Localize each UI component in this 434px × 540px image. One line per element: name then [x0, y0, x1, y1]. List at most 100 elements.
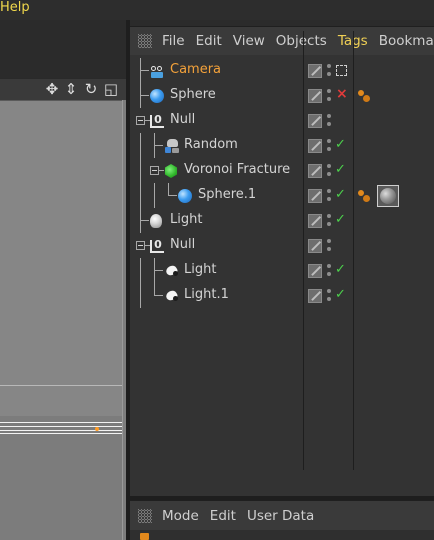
menu-help[interactable]: Help — [0, 0, 30, 16]
object-name[interactable]: Sphere.1 — [198, 187, 256, 203]
layer-flag-icon[interactable] — [308, 139, 322, 153]
disabled-x-icon[interactable]: × — [336, 86, 348, 102]
null-icon: 0 — [150, 114, 164, 128]
attribute-manager-body — [130, 530, 434, 540]
toggle-view-icon[interactable]: ◱ — [103, 80, 119, 98]
object-name[interactable]: Light.1 — [184, 287, 229, 303]
viewport-horizon-line — [0, 385, 122, 386]
enabled-check-icon[interactable]: ✓ — [335, 187, 346, 203]
object-name[interactable]: Random — [184, 137, 238, 153]
layer-flag-icon[interactable] — [308, 289, 322, 303]
camera-icon — [150, 63, 166, 79]
tree-connector — [140, 70, 149, 71]
enabled-check-icon[interactable]: ✓ — [335, 162, 346, 178]
object-name[interactable]: Light — [184, 262, 216, 278]
collapse-toggle-icon[interactable] — [150, 166, 159, 175]
tree-guide-line — [140, 183, 141, 208]
object-row[interactable]: Random ✓ — [130, 133, 434, 158]
visibility-dots-icon[interactable] — [326, 113, 332, 129]
rotate-view-icon[interactable]: ↻ — [83, 80, 99, 98]
phong-tag-icon[interactable] — [357, 89, 371, 103]
dolly-view-icon[interactable]: ⇕ — [63, 80, 79, 98]
object-name[interactable]: Null — [170, 237, 195, 253]
menu-objects[interactable]: Objects — [276, 33, 327, 49]
tree-connector — [154, 295, 163, 296]
menu-edit[interactable]: Edit — [196, 33, 222, 49]
enabled-check-icon[interactable]: ✓ — [335, 262, 346, 278]
object-row[interactable]: Light.1 ✓ — [130, 283, 434, 308]
menu-user-data[interactable]: User Data — [247, 508, 314, 524]
object-row[interactable]: Voronoi Fracture ✓ — [130, 158, 434, 183]
enabled-check-icon[interactable]: ✓ — [335, 287, 346, 303]
layer-flag-icon[interactable] — [308, 214, 322, 228]
object-manager: File Edit View Objects Tags Bookmarks Ca… — [130, 26, 434, 496]
menu-view[interactable]: View — [233, 33, 265, 49]
phong-tag-icon[interactable] — [357, 189, 371, 203]
panel-grip-icon[interactable] — [138, 508, 152, 523]
visibility-dots-icon[interactable] — [326, 288, 332, 304]
enabled-check-icon[interactable]: ✓ — [335, 212, 346, 228]
tree-guide-line — [140, 133, 141, 158]
viewport-object-line — [0, 433, 122, 434]
visibility-dots-icon[interactable] — [326, 163, 332, 179]
collapse-toggle-icon[interactable] — [136, 116, 145, 125]
viewport-object-line — [0, 422, 122, 423]
visibility-dots-icon[interactable] — [326, 88, 332, 104]
visibility-dots-icon[interactable] — [326, 138, 332, 154]
menu-file[interactable]: File — [162, 33, 185, 49]
column-separator — [353, 31, 354, 470]
spot-light-icon — [164, 263, 180, 279]
enabled-check-icon[interactable]: ✓ — [335, 137, 346, 153]
layer-flag-icon[interactable] — [308, 264, 322, 278]
object-row[interactable]: Sphere.1 ✓ — [130, 183, 434, 208]
camera-target-icon[interactable] — [336, 65, 347, 76]
visibility-dots-icon[interactable] — [326, 63, 332, 79]
panel-grip-icon[interactable] — [138, 34, 152, 48]
object-mode-icon — [140, 533, 149, 540]
object-name[interactable]: Camera — [170, 62, 221, 78]
object-name[interactable]: Null — [170, 112, 195, 128]
layer-flag-icon[interactable] — [308, 64, 322, 78]
tree-connector — [159, 170, 164, 171]
null-icon: 0 — [150, 239, 164, 253]
sphere-icon — [178, 189, 192, 203]
column-separator — [303, 31, 304, 470]
tree-connector — [168, 195, 177, 196]
object-row[interactable]: Sphere × — [130, 83, 434, 108]
object-row[interactable]: Camera — [130, 58, 434, 83]
object-name[interactable]: Sphere — [170, 87, 216, 103]
object-row[interactable]: 0 Null — [130, 108, 434, 133]
tree-guide-line — [140, 258, 141, 283]
menu-edit[interactable]: Edit — [210, 508, 236, 524]
tree-connector — [140, 95, 149, 96]
tree-connector — [154, 270, 163, 271]
visibility-dots-icon[interactable] — [326, 188, 332, 204]
tree-guide-line — [140, 158, 141, 183]
tree-connector — [140, 220, 149, 221]
menu-mode[interactable]: Mode — [162, 508, 199, 524]
visibility-dots-icon[interactable] — [326, 263, 332, 279]
visibility-dots-icon[interactable] — [326, 238, 332, 254]
object-row[interactable]: Light ✓ — [130, 208, 434, 233]
menu-bookmarks[interactable]: Bookmarks — [379, 33, 434, 49]
viewport-object-handle[interactable] — [95, 427, 99, 431]
layer-flag-icon[interactable] — [308, 89, 322, 103]
object-row[interactable]: 0 Null — [130, 233, 434, 258]
object-list[interactable]: Camera Sphere × 0 Null Random ✓ Voronoi Fractur… — [130, 58, 434, 497]
voronoi-fracture-icon — [164, 164, 178, 178]
random-effector-icon — [164, 138, 180, 154]
layer-flag-icon[interactable] — [308, 189, 322, 203]
material-tag-icon[interactable] — [377, 185, 399, 207]
object-row[interactable]: Light ✓ — [130, 258, 434, 283]
attribute-manager-menubar: Mode Edit User Data — [130, 500, 434, 530]
layer-flag-icon[interactable] — [308, 164, 322, 178]
visibility-dots-icon[interactable] — [326, 213, 332, 229]
sphere-icon — [150, 89, 164, 103]
object-name[interactable]: Voronoi Fracture — [184, 162, 290, 178]
collapse-toggle-icon[interactable] — [136, 241, 145, 250]
move-view-icon[interactable]: ✥ — [44, 80, 60, 98]
viewport-object-line — [0, 426, 122, 427]
layer-flag-icon[interactable] — [308, 114, 322, 128]
layer-flag-icon[interactable] — [308, 239, 322, 253]
object-name[interactable]: Light — [170, 212, 202, 228]
